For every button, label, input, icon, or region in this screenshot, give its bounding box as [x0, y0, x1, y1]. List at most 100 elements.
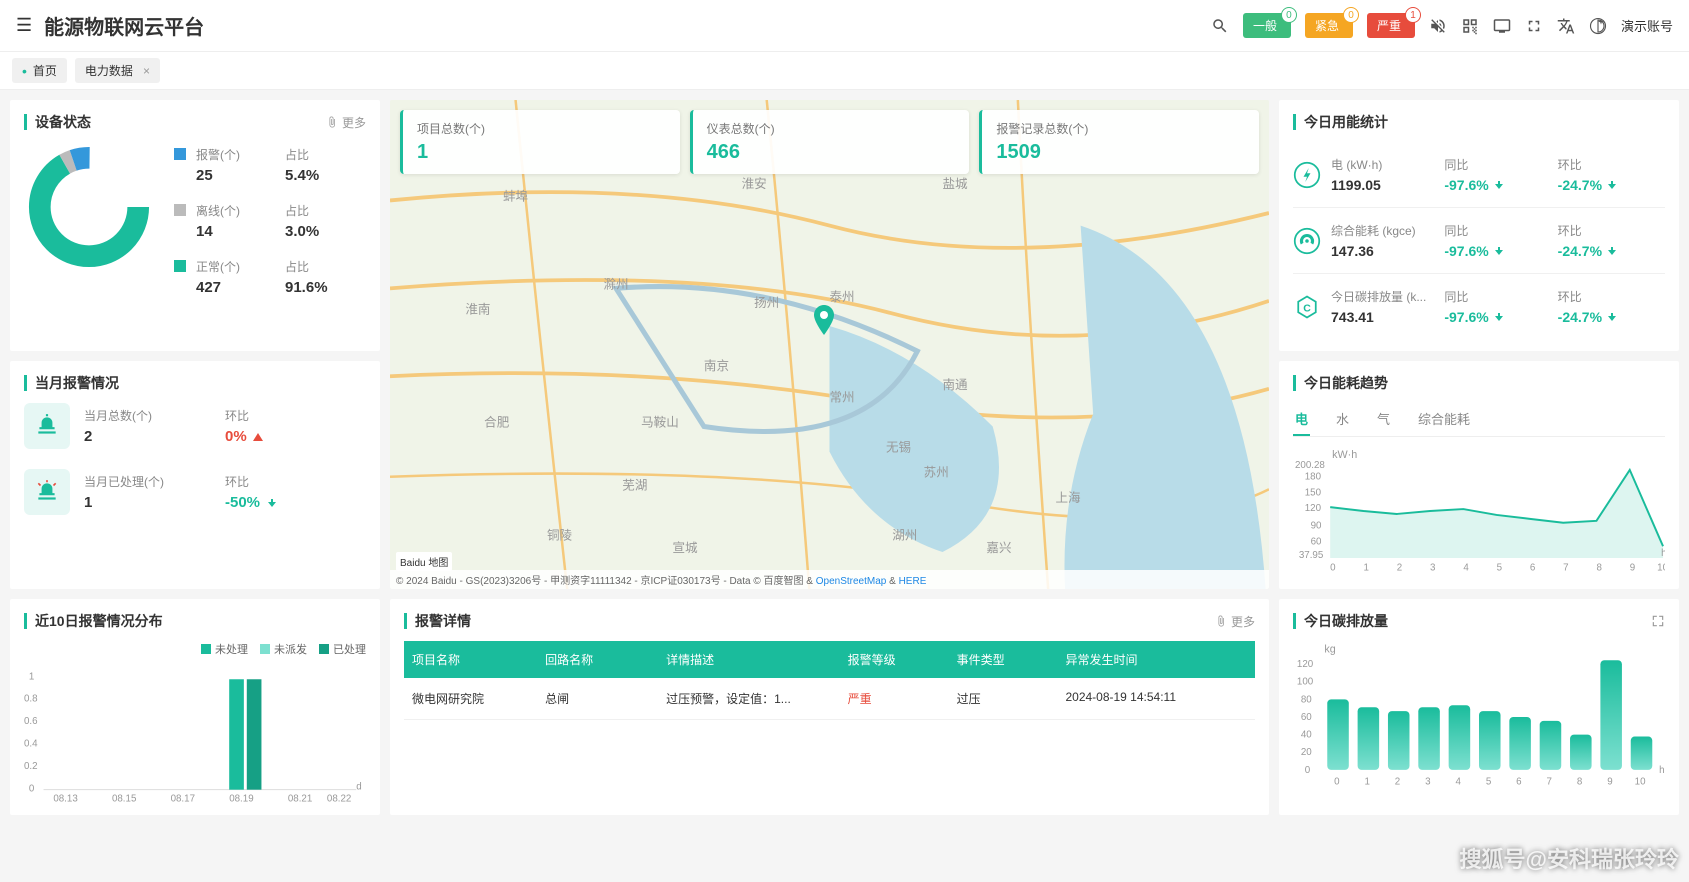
svg-text:h: h	[1659, 765, 1664, 776]
qr-icon[interactable]	[1461, 17, 1479, 35]
svg-text:120: 120	[1305, 503, 1322, 514]
device-row-offline: 离线(个)14占比3.0%	[174, 202, 366, 240]
stat-label: 报警记录总数(个)	[996, 120, 1245, 137]
trend-tab-composite[interactable]: 综合能耗	[1416, 403, 1472, 436]
td-event: 过压	[957, 690, 1066, 707]
device-donut-chart	[24, 142, 154, 272]
svg-text:3: 3	[1425, 777, 1430, 788]
tab-power[interactable]: 电力数据×	[75, 58, 160, 83]
card-title: 今日碳排放量	[1304, 611, 1651, 631]
svg-text:08.19: 08.19	[229, 793, 253, 803]
legend-label: 未处理	[215, 641, 248, 657]
siren-icon	[24, 469, 70, 515]
svg-text:08.17: 08.17	[171, 793, 195, 803]
svg-text:6: 6	[1530, 563, 1535, 574]
svg-text:0: 0	[1330, 563, 1336, 574]
svg-text:20: 20	[1301, 747, 1312, 758]
card-title: 今日能耗趋势	[1304, 373, 1665, 393]
svg-text:80: 80	[1301, 694, 1312, 705]
monitor-icon[interactable]	[1493, 17, 1511, 35]
expand-icon[interactable]	[1651, 614, 1665, 628]
svg-text:0.6: 0.6	[24, 716, 38, 727]
svg-text:0: 0	[1334, 777, 1340, 788]
es-label: 综合能耗 (kgce)	[1331, 222, 1438, 239]
svg-text:嘉兴: 嘉兴	[986, 541, 1011, 555]
svg-text:2: 2	[1397, 563, 1402, 574]
unit-label: kg	[1324, 643, 1335, 655]
map-attribution: © 2024 Baidu - GS(2023)3206号 - 甲测资字11111…	[390, 570, 1269, 589]
svg-text:盐城: 盐城	[942, 177, 968, 191]
alert-normal-badge[interactable]: 一般0	[1243, 13, 1291, 38]
alarm-label: 当月总数(个)	[84, 407, 225, 424]
svg-text:苏州: 苏州	[924, 465, 949, 480]
menu-toggle-icon[interactable]: ☰	[16, 15, 32, 36]
svg-text:10: 10	[1635, 777, 1646, 788]
color-swatch	[319, 644, 329, 654]
alarm-row-total: 当月总数(个)2环比0%	[24, 403, 366, 449]
ratio-value: 5.4%	[285, 167, 366, 184]
trend-chart: kW·h 200.28180150120906037.95 0123456789…	[1293, 447, 1665, 577]
es-value: 1199.05	[1331, 177, 1438, 193]
svg-text:8: 8	[1577, 777, 1582, 788]
energy-row-carbon: C 今日碳排放量 (k...743.41 同比-97.6% 环比-24.7%	[1293, 274, 1665, 339]
svg-text:扬州: 扬州	[754, 296, 779, 310]
tab-home[interactable]: 首页	[12, 58, 67, 83]
card-title: 报警详情	[415, 611, 1215, 631]
translate-icon[interactable]	[1557, 17, 1575, 35]
svg-text:60: 60	[1301, 712, 1312, 723]
svg-text:08.15: 08.15	[112, 793, 137, 803]
svg-text:合肥: 合肥	[484, 415, 510, 429]
header-actions: 一般0 紧急0 严重1 演示账号	[1211, 13, 1673, 38]
alert-urgent-badge[interactable]: 紧急0	[1305, 13, 1353, 38]
table-row[interactable]: 微电网研究院 总闸 过压预警，设定值：1... 严重 过压 2024-08-19…	[404, 678, 1255, 720]
svg-text:150: 150	[1305, 487, 1322, 498]
device-row-alarm: 报警(个)25占比5.4%	[174, 146, 366, 184]
energy-today-card: 今日用能统计 电 (kW·h)1199.05 同比-97.6% 环比-24.7%…	[1279, 100, 1679, 351]
svg-text:d: d	[356, 782, 361, 793]
more-link[interactable]: 更多	[1215, 613, 1255, 630]
stat-value: 1	[417, 141, 666, 164]
osm-link[interactable]: OpenStreetMap	[816, 576, 887, 587]
svg-text:40: 40	[1301, 730, 1312, 741]
header: ☰ 能源物联网云平台 一般0 紧急0 严重1 演示账号	[0, 0, 1689, 52]
hb-value: -24.7%	[1558, 177, 1602, 193]
svg-text:1: 1	[1364, 777, 1369, 788]
stat-meters: 仪表总数(个)466	[690, 110, 970, 174]
theme-icon[interactable]	[1589, 17, 1607, 35]
svg-text:常州: 常州	[829, 390, 854, 404]
alert-severe-badge[interactable]: 严重1	[1367, 13, 1415, 38]
down-arrow-icon	[1493, 311, 1505, 323]
svg-text:37.95: 37.95	[1299, 550, 1324, 561]
svg-text:淮南: 淮南	[465, 301, 490, 316]
fullscreen-icon[interactable]	[1525, 17, 1543, 35]
svg-text:9: 9	[1607, 777, 1612, 788]
map-panel[interactable]: 蚌埠 淮安 盐城 淮南 滁州 扬州 泰州 南京 合肥 马鞍山 芜湖 常州 无锡 …	[390, 100, 1269, 589]
user-name[interactable]: 演示账号	[1621, 16, 1673, 35]
color-swatch	[174, 148, 186, 160]
alarm-label: 当月已处理(个)	[84, 473, 225, 490]
svg-text:100: 100	[1297, 677, 1314, 688]
close-icon[interactable]: ×	[143, 64, 150, 78]
down-arrow-icon	[1606, 245, 1618, 257]
here-link[interactable]: HERE	[899, 576, 927, 587]
svg-text:4: 4	[1463, 563, 1469, 574]
more-link[interactable]: 更多	[326, 114, 366, 131]
carbon-icon: C	[1293, 293, 1321, 321]
ratio-value: 91.6%	[285, 279, 366, 296]
hb-value: -50%	[225, 494, 260, 511]
svg-text:无锡: 无锡	[886, 441, 911, 455]
map-pin-icon[interactable]	[812, 305, 836, 335]
svg-text:60: 60	[1311, 536, 1322, 547]
search-icon[interactable]	[1211, 17, 1229, 35]
svg-text:南京: 南京	[704, 358, 729, 373]
device-legend: 报警(个)25占比5.4% 离线(个)14占比3.0% 正常(个)427占比91…	[174, 142, 366, 296]
ten-day-chart: 10.80.60.40.20 08.1308.1508.1708.1908.21…	[24, 663, 366, 803]
mute-icon[interactable]	[1429, 17, 1447, 35]
svg-text:湖州: 湖州	[892, 528, 917, 542]
trend-tab-gas[interactable]: 气	[1375, 403, 1392, 436]
map-logo: Baidu 地图	[396, 552, 452, 571]
trend-tab-water[interactable]: 水	[1334, 403, 1351, 436]
tab-home-label: 首页	[33, 62, 57, 79]
legend-label: 已处理	[333, 641, 366, 657]
trend-tab-electric[interactable]: 电	[1293, 403, 1310, 436]
